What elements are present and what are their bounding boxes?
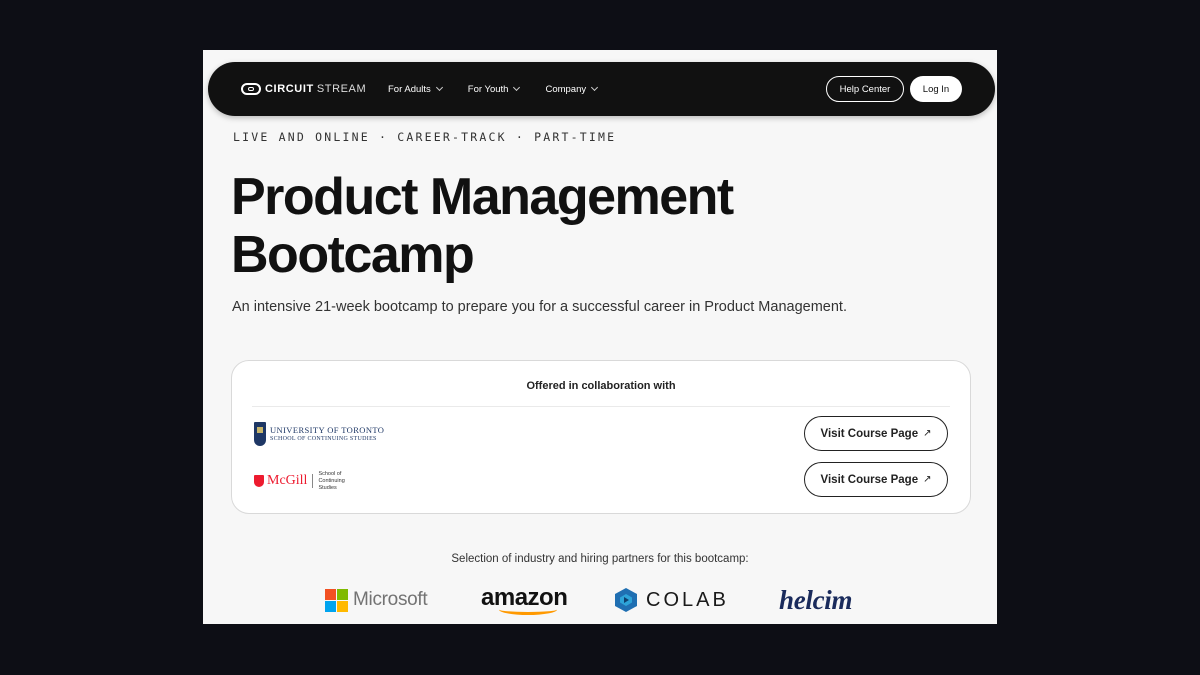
mcgill-logo-name: McGill bbox=[267, 474, 314, 488]
nav-links: For Adults For Youth Company bbox=[388, 62, 623, 116]
nav-item-label: Company bbox=[545, 83, 587, 95]
logo-text-circuit: CIRCUIT bbox=[265, 83, 314, 95]
mcgill-logo: McGill School of Continuing Studies bbox=[254, 471, 358, 491]
microsoft-wordmark: Microsoft bbox=[353, 589, 428, 610]
external-link-arrow-icon: ↗ bbox=[923, 428, 932, 439]
chevron-down-icon bbox=[591, 83, 599, 92]
page-title-line-1: Product Management bbox=[231, 168, 734, 226]
page-title: Product Management Bootcamp bbox=[231, 168, 871, 284]
chevron-down-icon bbox=[435, 83, 443, 92]
nav-item-for-youth[interactable]: For Youth bbox=[467, 83, 521, 95]
nav-item-label: For Youth bbox=[467, 83, 509, 95]
collaboration-card: Offered in collaboration with UNIVERSITY… bbox=[231, 360, 971, 514]
mcgill-logo-subtitle: School of Continuing Studies bbox=[318, 470, 345, 491]
log-in-button[interactable]: Log In bbox=[910, 76, 962, 102]
external-link-arrow-icon: ↗ bbox=[923, 474, 932, 485]
help-center-button[interactable]: Help Center bbox=[826, 76, 904, 102]
amazon-smile-icon bbox=[499, 604, 558, 615]
uoft-logo-text: UNIVERSITY OF TORONTO SCHOOL OF CONTINUI… bbox=[270, 425, 384, 443]
amazon-logo: amazon bbox=[481, 583, 568, 617]
nav-item-for-adults[interactable]: For Adults bbox=[388, 83, 443, 95]
colab-logo: COLAB bbox=[613, 583, 729, 617]
uoft-crest-icon bbox=[254, 422, 266, 446]
card-divider bbox=[252, 406, 950, 407]
visit-course-page-mcgill-button[interactable]: Visit Course Page ↗ bbox=[804, 462, 948, 497]
top-navigation: CIRCUIT STREAM For Adults For Youth Comp… bbox=[208, 62, 995, 116]
colab-wordmark: COLAB bbox=[646, 588, 729, 611]
hiring-partners-title: Selection of industry and hiring partner… bbox=[451, 553, 749, 565]
circuit-stream-logo[interactable]: CIRCUIT STREAM bbox=[241, 81, 366, 97]
page-title-line-2: Bootcamp bbox=[231, 226, 475, 284]
helcim-logo: helcim bbox=[779, 583, 853, 617]
university-of-toronto-logo: UNIVERSITY OF TORONTO SCHOOL OF CONTINUI… bbox=[254, 420, 384, 448]
browser-viewport: CIRCUIT STREAM For Adults For Youth Comp… bbox=[203, 50, 997, 624]
visit-course-page-uoft-button[interactable]: Visit Course Page ↗ bbox=[804, 416, 948, 451]
helcim-wordmark: helcim bbox=[779, 584, 853, 615]
button-label: Visit Course Page bbox=[820, 427, 919, 440]
button-label: Visit Course Page bbox=[820, 473, 919, 486]
nav-item-company[interactable]: Company bbox=[545, 83, 599, 95]
nav-item-label: For Adults bbox=[388, 83, 431, 95]
mcgill-shield-icon bbox=[254, 475, 264, 487]
course-format-eyebrow: LIVE AND ONLINE · CAREER-TRACK · PART-TI… bbox=[233, 130, 617, 144]
logo-text-stream: STREAM bbox=[316, 83, 367, 95]
circuit-stream-mark-icon bbox=[241, 83, 261, 95]
microsoft-windows-icon bbox=[325, 588, 348, 612]
uoft-logo-line-2: SCHOOL OF CONTINUING STUDIES bbox=[270, 436, 377, 442]
page-subtitle: An intensive 21-week bootcamp to prepare… bbox=[232, 299, 847, 315]
colab-hexagon-icon bbox=[615, 588, 637, 612]
uoft-logo-line-1: UNIVERSITY OF TORONTO bbox=[270, 425, 385, 435]
microsoft-logo: Microsoft bbox=[325, 583, 428, 617]
collaboration-card-title: Offered in collaboration with bbox=[526, 380, 676, 392]
chevron-down-icon bbox=[513, 83, 521, 92]
